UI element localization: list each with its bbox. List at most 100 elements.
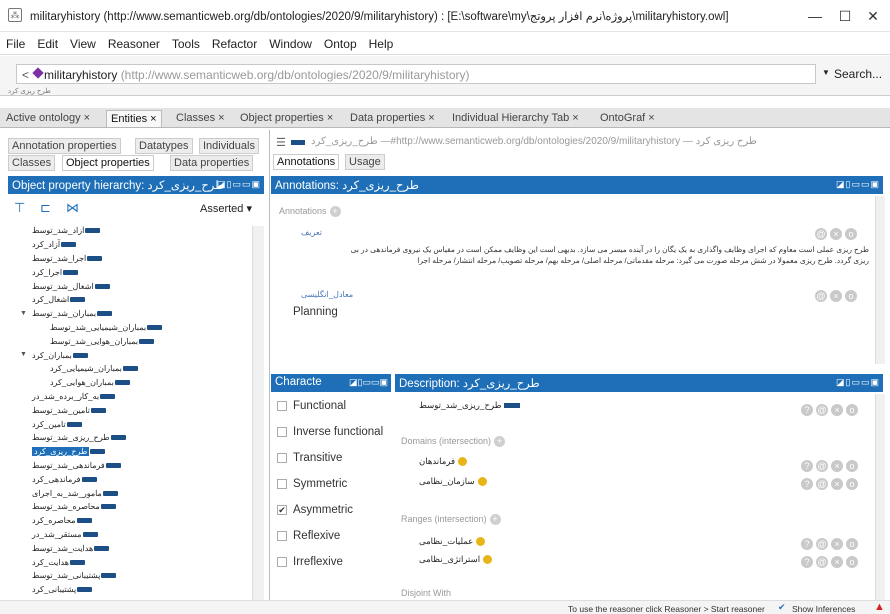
characteristic-reflexive[interactable]: Reflexive <box>277 530 340 542</box>
annotate-icon[interactable]: @ <box>816 460 828 472</box>
tree-item[interactable]: تامین_شد_توسط <box>10 405 260 419</box>
tab-classes[interactable]: Classes × <box>172 110 229 127</box>
tab-entities[interactable]: Entities × <box>106 110 162 127</box>
tree-item[interactable]: بمباران_هوایی_شد_توسط <box>10 336 260 350</box>
delete-icon[interactable]: × <box>831 478 843 490</box>
info-icon[interactable]: ? <box>801 538 813 550</box>
menu-reasoner[interactable]: Reasoner <box>102 33 166 51</box>
tree-item[interactable]: طرح_ریزی_کرد <box>10 447 260 461</box>
tree-item[interactable]: اشغال_شد_توسط <box>10 281 260 295</box>
tree-item[interactable]: فرماندهی_کرد <box>10 474 260 488</box>
characteristics-view-controls-icon[interactable]: ◪▯▭▭▣ <box>349 377 388 388</box>
delete-icon[interactable]: × <box>831 538 843 550</box>
delete-icon[interactable]: × <box>831 460 843 472</box>
info-icon[interactable]: ? <box>801 460 813 472</box>
add-domain-icon[interactable]: + <box>494 436 506 448</box>
tab-usage[interactable]: Usage <box>345 154 385 170</box>
tree-item[interactable]: آزاد_شد_توسط <box>10 226 260 240</box>
description-view-controls-icon[interactable]: ◪▯▭▭▣ <box>836 377 880 388</box>
characteristic-functional[interactable]: Functional <box>277 400 346 412</box>
checkbox[interactable] <box>277 400 287 411</box>
tree-item[interactable]: پشتیبانی_کرد <box>10 585 260 599</box>
menu-lines-icon[interactable]: ☰ <box>276 136 286 149</box>
subtab-individuals[interactable]: Individuals <box>199 138 259 154</box>
characteristic-asymmetric[interactable]: ✔ Asymmetric <box>277 504 353 516</box>
tree-scrollbar[interactable] <box>252 226 264 614</box>
delete-property-icon[interactable]: ⋈ <box>66 200 79 216</box>
edit-icon[interactable]: o <box>845 228 857 240</box>
tree-item[interactable]: بمباران_هوایی_کرد <box>10 378 260 392</box>
delete-icon[interactable]: × <box>830 290 842 302</box>
add-sub-property-icon[interactable]: ⊤ <box>14 200 25 216</box>
annotation-property-english[interactable]: معادل_انگلیسی <box>301 290 353 299</box>
minimize-button[interactable]: — <box>800 6 830 26</box>
maximize-button[interactable]: ☐ <box>830 6 860 26</box>
characteristic-transitive[interactable]: Transitive <box>277 452 342 464</box>
info-icon[interactable]: ? <box>801 556 813 568</box>
tab-object-properties[interactable]: Object properties × <box>236 110 337 127</box>
subtab-data-properties[interactable]: Data properties <box>170 155 254 171</box>
close-button[interactable]: ✕ <box>858 6 888 26</box>
tab-individual-hierarchy[interactable]: Individual Hierarchy Tab × <box>448 110 583 127</box>
menu-tools[interactable]: Tools <box>166 33 206 51</box>
tab-active-ontology[interactable]: Active ontology × <box>2 110 94 127</box>
characteristic-symmetric[interactable]: Symmetric <box>277 478 347 490</box>
subtab-annotation-properties[interactable]: Annotation properties <box>8 138 121 154</box>
tree-item[interactable]: اجرا_شد_توسط <box>10 254 260 268</box>
annotations-scrollbar[interactable] <box>875 196 885 364</box>
inverse-property[interactable]: طرح_ریزی_شد_توسط <box>419 400 521 411</box>
dropdown-arrow-icon[interactable]: ▼ <box>822 68 830 77</box>
annotate-icon[interactable]: @ <box>815 228 827 240</box>
tree-item[interactable]: بمباران_شیمیایی_کرد <box>10 364 260 378</box>
add-annotation-icon[interactable]: + <box>329 206 341 218</box>
checkbox[interactable] <box>277 530 287 541</box>
menu-file[interactable]: File <box>0 33 31 51</box>
info-icon[interactable]: ? <box>801 478 813 490</box>
checkbox[interactable] <box>277 478 287 489</box>
annotation-property-definition[interactable]: تعریف <box>301 228 322 237</box>
tree-item[interactable]: پشتیبانی_شد_توسط <box>10 571 260 585</box>
tree-item[interactable]: اجرا_کرد <box>10 267 260 281</box>
show-inferences-label[interactable]: Show Inferences <box>792 604 855 614</box>
range-item[interactable]: استراتژی_نظامی <box>419 554 493 565</box>
menu-window[interactable]: Window <box>263 33 318 51</box>
tree-item[interactable]: فرماندهی_شد_توسط <box>10 461 260 475</box>
tree-item[interactable]: اشغال_کرد <box>10 295 260 309</box>
add-range-icon[interactable]: + <box>489 514 501 526</box>
edit-icon[interactable]: o <box>846 556 858 568</box>
delete-icon[interactable]: × <box>831 404 843 416</box>
delete-icon[interactable]: × <box>831 556 843 568</box>
edit-icon[interactable]: o <box>846 538 858 550</box>
tree-item[interactable]: ▼ بمباران_شد_توسط <box>10 309 260 323</box>
info-icon[interactable]: ? <box>801 404 813 416</box>
delete-icon[interactable]: × <box>830 228 842 240</box>
range-item[interactable]: عملیات_نظامی <box>419 536 486 547</box>
tree-item[interactable]: طرح_ریزی_شد_توسط <box>10 433 260 447</box>
search-button[interactable]: Search... <box>834 67 882 81</box>
checkbox[interactable] <box>277 556 287 567</box>
tree-item[interactable]: آزاد_کرد <box>10 240 260 254</box>
edit-icon[interactable]: o <box>846 404 858 416</box>
domain-item[interactable]: فرماندهان <box>419 456 468 467</box>
annotate-icon[interactable]: @ <box>816 538 828 550</box>
asserted-dropdown[interactable]: Asserted ▾ <box>200 202 252 215</box>
checkbox[interactable]: ✔ <box>277 504 287 515</box>
tree-item[interactable]: مامور_شد_به_اجرای <box>10 488 260 502</box>
menu-view[interactable]: View <box>64 33 102 51</box>
menu-help[interactable]: Help <box>363 33 400 51</box>
tab-data-properties[interactable]: Data properties × <box>346 110 439 127</box>
annotate-icon[interactable]: @ <box>816 404 828 416</box>
characteristic-inverse-functional[interactable]: Inverse functional <box>277 426 383 438</box>
menu-edit[interactable]: Edit <box>31 33 64 51</box>
annotate-icon[interactable]: @ <box>816 556 828 568</box>
annotations-view-controls-icon[interactable]: ◪▯▭▭▣ <box>836 179 880 190</box>
checkbox[interactable] <box>277 452 287 463</box>
edit-icon[interactable]: o <box>846 460 858 472</box>
tree-item[interactable]: به_کار_برده_شد_در <box>10 392 260 406</box>
edit-icon[interactable]: o <box>845 290 857 302</box>
menu-refactor[interactable]: Refactor <box>206 33 263 51</box>
tree-item[interactable]: هدایت_کرد <box>10 557 260 571</box>
expand-toggle-icon[interactable]: ▼ <box>20 310 27 317</box>
view-controls-icon[interactable]: ◪▯▭▭▣ <box>217 179 261 190</box>
expand-toggle-icon[interactable]: ▼ <box>20 351 27 358</box>
